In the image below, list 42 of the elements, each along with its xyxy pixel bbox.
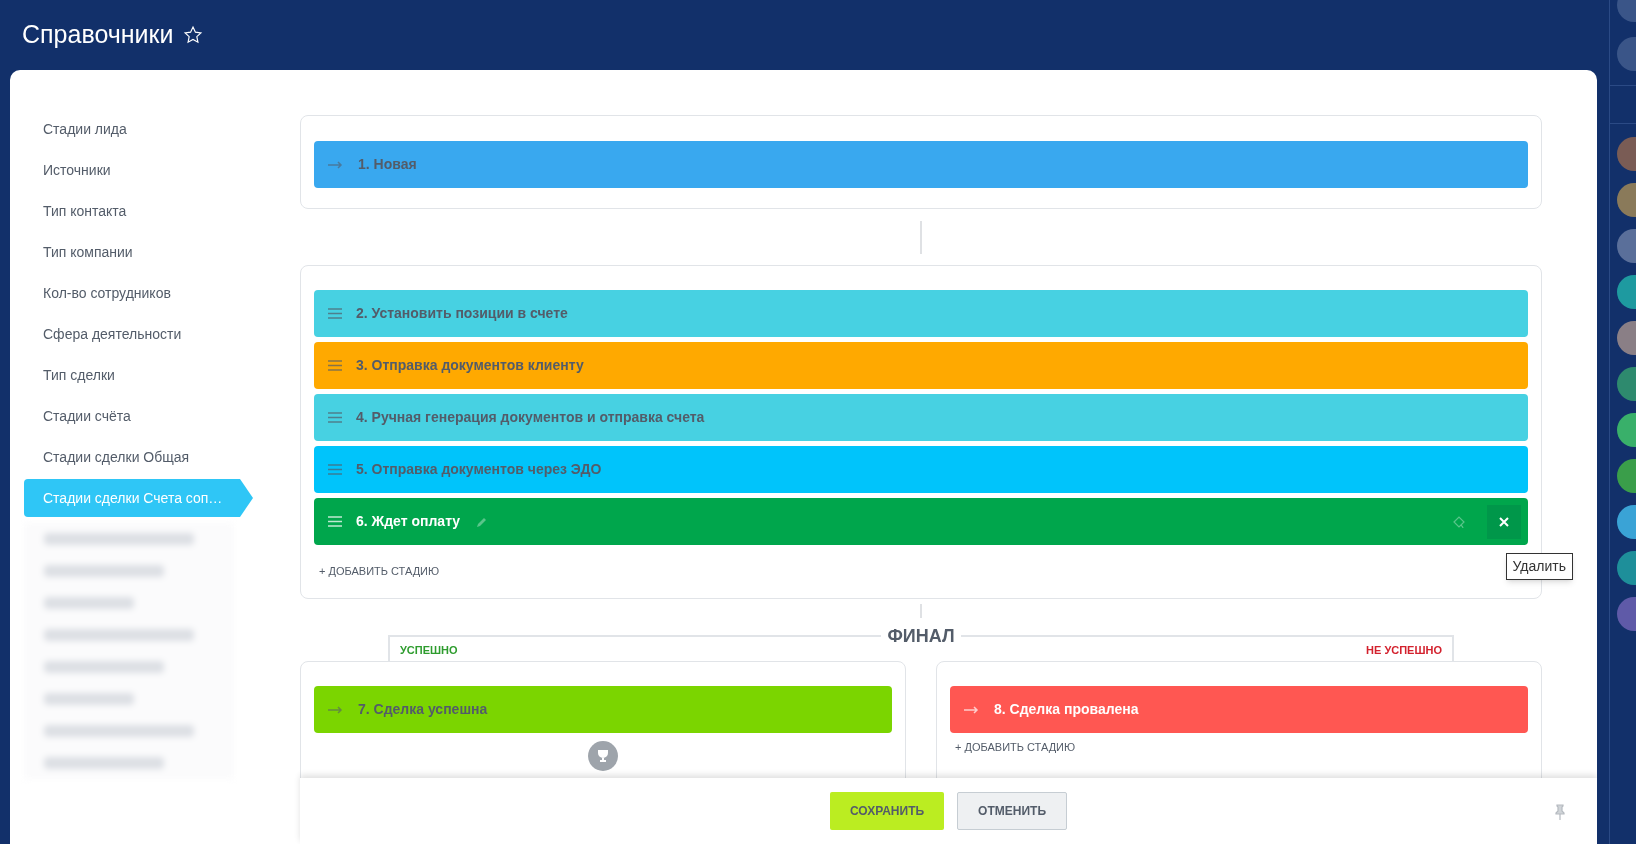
stage-name: 5. Отправка документов через ЭДО xyxy=(356,460,602,479)
stage-name: 1. Новая xyxy=(358,155,417,174)
stage-name: 7. Сделка успешна xyxy=(358,700,488,719)
star-icon[interactable] xyxy=(183,25,204,45)
delete-button[interactable] xyxy=(1487,504,1521,539)
cancel-button[interactable]: ОТМЕНИТЬ xyxy=(957,792,1067,830)
failure-label: НЕ УСПЕШНО xyxy=(1366,643,1442,658)
arrow-icon xyxy=(964,704,980,715)
arrow-icon xyxy=(328,704,344,715)
stage-bar[interactable]: 7. Сделка успешна xyxy=(314,686,892,733)
stage-name: 6. Ждет оплату xyxy=(356,512,461,531)
page-title: Справочники xyxy=(22,19,174,51)
success-label: УСПЕШНО xyxy=(400,643,458,658)
pin-icon[interactable] xyxy=(1555,804,1565,820)
save-button[interactable]: СОХРАНИТЬ xyxy=(830,792,945,830)
stage-name: 8. Сделка провалена xyxy=(994,700,1139,719)
sidebar-item[interactable]: Стадии счёта xyxy=(24,397,253,435)
stage-bar[interactable]: 3. Отправка документов клиенту xyxy=(314,342,1528,389)
sidebar-item[interactable]: Источники xyxy=(24,151,253,189)
trophy-icon xyxy=(588,741,618,771)
stage-name: 2. Установить позиции в счете xyxy=(356,304,568,323)
drag-handle-icon[interactable] xyxy=(328,360,342,371)
sidebar-item[interactable]: Стадии сделки Общая xyxy=(24,438,253,476)
stage-bar[interactable]: 2. Установить позиции в счете xyxy=(314,290,1528,337)
sidebar-item[interactable]: Кол-во сотрудников xyxy=(24,274,253,312)
stage-bar[interactable]: 4. Ручная генерация документов и отправка счета xyxy=(314,394,1528,441)
close-icon xyxy=(1499,516,1509,527)
sidebar-item[interactable]: Тип контакта xyxy=(24,192,253,230)
sidebar-item[interactable]: Стадии лида xyxy=(24,110,253,148)
add-stage-link[interactable]: + ДОБАВИТЬ СТАДИЮ xyxy=(319,563,440,580)
sidebar-item[interactable]: Тип компании xyxy=(24,233,253,271)
sidebar-item[interactable]: Тип сделки xyxy=(24,356,253,394)
drag-handle-icon[interactable] xyxy=(328,412,342,423)
pencil-icon[interactable] xyxy=(476,515,489,528)
tooltip: Удалить xyxy=(1505,553,1573,580)
arrow-icon xyxy=(328,159,344,170)
stage-name: 4. Ручная генерация документов и отправка счета xyxy=(356,408,705,427)
sidebar-item[interactable]: Сфера деятельности xyxy=(24,315,253,353)
drag-handle-icon[interactable] xyxy=(328,308,342,319)
add-stage-link[interactable]: + ДОБАВИТЬ СТАДИЮ xyxy=(955,739,1076,756)
drag-handle-icon[interactable] xyxy=(328,464,342,475)
stage-name: 3. Отправка документов клиенту xyxy=(356,356,584,375)
